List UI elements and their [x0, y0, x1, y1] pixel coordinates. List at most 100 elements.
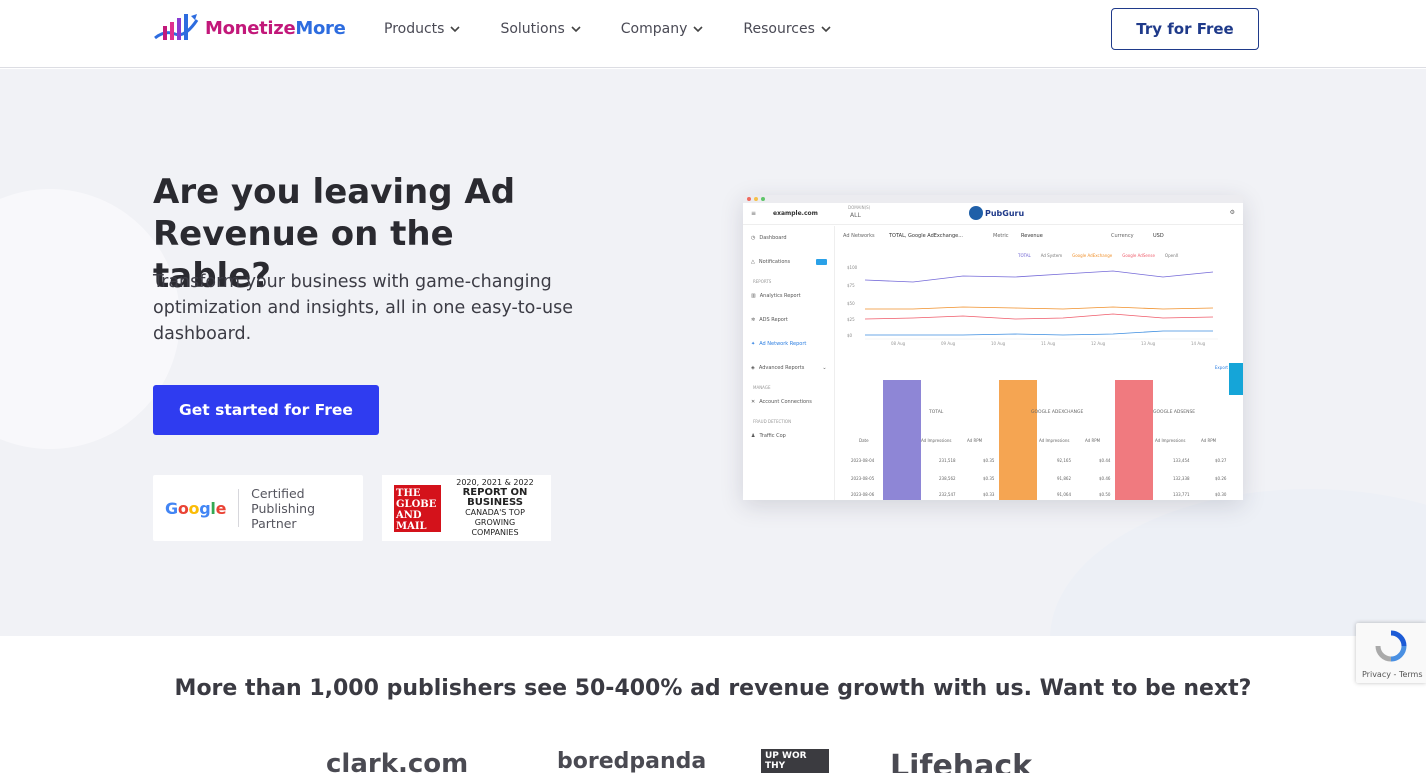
sidebar-label: Account Connections [759, 399, 812, 405]
menu-solutions[interactable]: Solutions [500, 18, 581, 40]
logo-chart-icon [154, 14, 199, 40]
bell-icon: △ [751, 259, 755, 265]
y-tick: $0 [847, 333, 853, 338]
y-tick: $100 [847, 265, 858, 270]
dashboard-main: Ad Networks TOTAL, Google AdExchange... … [843, 233, 1243, 500]
dashboard-preview: ≡ example.com DOMAIN(S) ALL PubGuru ⚙ ◷ D… [743, 195, 1243, 500]
x-tick: 09 Aug [941, 341, 956, 346]
sidebar-label: Dashboard [759, 235, 787, 241]
sidebar-label: Analytics Report [759, 293, 801, 299]
cell-rpm: $0.26 [1215, 476, 1227, 481]
globe-and-mail-badge: THE GLOBE AND MAIL 2020, 2021 & 2022 REP… [382, 475, 551, 541]
sidebar-item-ads: ✲ ADS Report [743, 308, 834, 332]
new-badge [816, 259, 828, 265]
main-menu: Products Solutions Company Resources [384, 18, 871, 40]
get-started-button[interactable]: Get started for Free [153, 385, 379, 435]
brand-name: MonetizeMore [205, 18, 346, 39]
sidebar-section: REPORTS [753, 279, 772, 284]
cell-impressions: 232,547 [939, 492, 956, 497]
chevron-down-icon [571, 26, 581, 33]
recaptcha-badge[interactable]: Privacy - Terms [1356, 623, 1426, 683]
gear-icon: ✲ [751, 317, 756, 323]
menu-products[interactable]: Products [384, 18, 461, 40]
sidebar-section: MANAGE [753, 385, 771, 390]
connections-icon: ✕ [751, 399, 756, 405]
series-adexchange-line [865, 306, 1214, 310]
cell-date: 2023-08-04 [851, 458, 875, 463]
group-header: GOOGLE ADSENSE [1153, 410, 1196, 415]
domains-label: DOMAIN(S) [848, 205, 871, 210]
menu-company[interactable]: Company [621, 18, 704, 40]
brand-second: More [295, 17, 346, 39]
window-dot [761, 197, 765, 201]
legend-item: TOTAL [1018, 253, 1031, 258]
menu-solutions-label: Solutions [500, 21, 565, 37]
filter-value: USD [1153, 233, 1164, 239]
google-logo: Google [165, 498, 227, 518]
dashboard-sidebar: ◷ Dashboard △ Notifications REPORTS ▥ Analy… [743, 226, 835, 500]
cell-rpm: $0.44 [1099, 458, 1111, 463]
sidebar-item-analytics: ▥ Analytics Report [743, 284, 834, 308]
x-tick: 11 Aug [1041, 341, 1056, 346]
y-tick: $75 [847, 283, 855, 288]
column-header: Ad Impressions [1155, 438, 1186, 443]
cell-impressions: 238,562 [939, 476, 956, 481]
group-header: TOTAL [929, 410, 944, 415]
cell-rpm: $0.50 [1099, 492, 1111, 497]
filter-value: Revenue [1021, 233, 1043, 239]
cell-rpm: $0.46 [1099, 476, 1111, 481]
export-link: Export [1214, 365, 1228, 370]
menu-resources[interactable]: Resources [743, 18, 831, 40]
sidebar-label: Advanced Reports [758, 365, 805, 371]
legend-item: Google AdSense [1122, 253, 1155, 258]
bar-chart-icon: ▥ [751, 293, 756, 299]
network-table: TOTAL GOOGLE ADEXCHANGE GOOGLE ADSENSE D… [843, 380, 1238, 500]
cell-impressions: 133,454 [1173, 458, 1190, 463]
network-icon: ✦ [751, 341, 756, 347]
globe-logo-line: MAIL [396, 520, 427, 532]
sidebar-item-accounts: ✕ Account Connections [743, 390, 834, 414]
legend-item: OpenX [1164, 253, 1179, 258]
column-header: Ad Impressions [921, 438, 952, 443]
top-navbar: MonetizeMore Products Solutions Company … [0, 0, 1426, 68]
sidebar-item-ad-network: ✦ Ad Network Report [743, 332, 834, 356]
x-tick: 10 Aug [991, 341, 1006, 346]
sidebar-item-traffic-cop: ♟ Traffic Cop [743, 424, 834, 448]
cell-date: 2023-08-06 [851, 492, 875, 497]
try-for-free-button[interactable]: Try for Free [1111, 8, 1259, 50]
cell-rpm: $0.27 [1215, 458, 1227, 463]
domains-select: ALL [850, 212, 861, 219]
column-header: Ad RPM [1201, 438, 1217, 443]
cell-impressions: 91,862 [1057, 476, 1071, 481]
cell-impressions: 91,064 [1057, 492, 1071, 497]
sidebar-item-dashboard: ◷ Dashboard [743, 226, 834, 250]
column-header: Ad RPM [1085, 438, 1101, 443]
cell-impressions: 132,338 [1173, 476, 1190, 481]
badge-divider [238, 489, 240, 527]
hero-section: Are you leaving Ad Revenue on the table?… [0, 69, 1426, 636]
table-row: 2023-08-04 231,518 $0.35 92,165 $0.44 13… [843, 458, 1238, 466]
chevron-down-icon [821, 26, 831, 33]
window-dot [747, 197, 751, 201]
monetizemore-logo[interactable]: MonetizeMore [153, 12, 346, 44]
x-tick: 12 Aug [1091, 341, 1106, 346]
recaptcha-icon [1375, 630, 1407, 662]
table-row: 2023-08-06 232,547 $0.33 91,064 $0.50 13… [843, 492, 1238, 500]
chevron-down-icon [693, 26, 703, 33]
chevron-down-icon [450, 26, 461, 33]
brand-first: Monetize [205, 17, 296, 39]
group-header: GOOGLE ADEXCHANGE [1031, 410, 1084, 415]
pubguru-brand: PubGuru [985, 209, 1025, 218]
pubguru-avatar-icon [969, 206, 983, 220]
domain-select: example.com [773, 210, 818, 217]
cell-impressions: 231,518 [939, 458, 956, 463]
background-blob [1050, 489, 1426, 636]
google-partner-badge: Google Certified Publishing Partner [153, 475, 363, 541]
filter-value: TOTAL, Google AdExchange... [889, 233, 963, 239]
cell-rpm: $0.33 [983, 492, 995, 497]
globe-title: REPORT ON BUSINESS [462, 487, 528, 508]
column-header: Ad RPM [967, 438, 983, 443]
globe-subtitle1: CANADA'S TOP GROWING [465, 508, 525, 527]
series-total-line [864, 270, 1214, 283]
clark-logo: clark.com [326, 749, 469, 773]
